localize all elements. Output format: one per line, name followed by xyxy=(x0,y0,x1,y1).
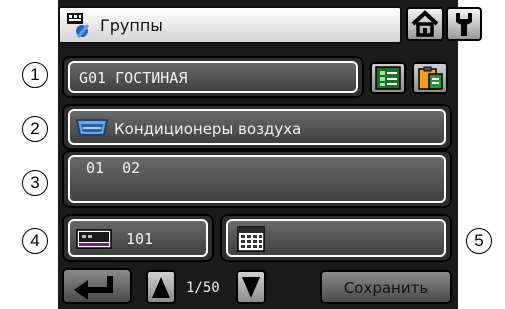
callout-1: 1 xyxy=(22,62,48,88)
back-button[interactable] xyxy=(62,268,132,304)
group-copy-button[interactable] xyxy=(412,62,448,94)
addresses-field[interactable]: 01 02 xyxy=(68,155,446,203)
title-bar: Группы xyxy=(58,6,402,44)
callout-3: 3 xyxy=(22,170,48,196)
settings-button[interactable] xyxy=(446,7,482,41)
device-type-label: Кондиционеры воздуха xyxy=(114,120,302,138)
callout-2: 2 xyxy=(22,116,48,142)
save-button[interactable]: Сохранить xyxy=(320,270,452,304)
group-list-button[interactable] xyxy=(370,62,406,94)
air-conditioner-icon xyxy=(75,119,109,136)
schedule-field[interactable] xyxy=(226,219,446,257)
addresses-value: 01 02 xyxy=(86,159,141,177)
arrow-up-icon xyxy=(152,277,170,298)
remote-controller-value: 101 xyxy=(126,230,154,248)
home-button[interactable] xyxy=(406,7,444,41)
page-indicator: 1/50 xyxy=(186,280,220,296)
remote-controller-icon xyxy=(76,229,112,249)
clipboard-icon xyxy=(418,66,443,90)
list-icon xyxy=(375,66,401,90)
calendar-icon xyxy=(237,226,265,252)
save-button-label: Сохранить xyxy=(343,279,429,297)
callout-4: 4 xyxy=(22,228,48,254)
group-name-value: G01 ГОСТИНАЯ xyxy=(79,69,188,87)
group-name-field[interactable]: G01 ГОСТИНАЯ xyxy=(68,61,358,93)
remote-controller-field[interactable]: 101 xyxy=(68,219,208,257)
callout-5: 5 xyxy=(466,228,492,254)
settings-icon xyxy=(456,13,472,36)
return-arrow-icon xyxy=(74,276,113,300)
page-up-button[interactable] xyxy=(146,270,176,304)
page-title: Группы xyxy=(100,16,163,35)
home-icon xyxy=(411,10,439,37)
page-down-button[interactable] xyxy=(236,270,266,304)
arrow-down-icon xyxy=(242,277,260,298)
device-type-field[interactable]: Кондиционеры воздуха xyxy=(68,109,446,145)
groups-icon xyxy=(67,13,90,38)
